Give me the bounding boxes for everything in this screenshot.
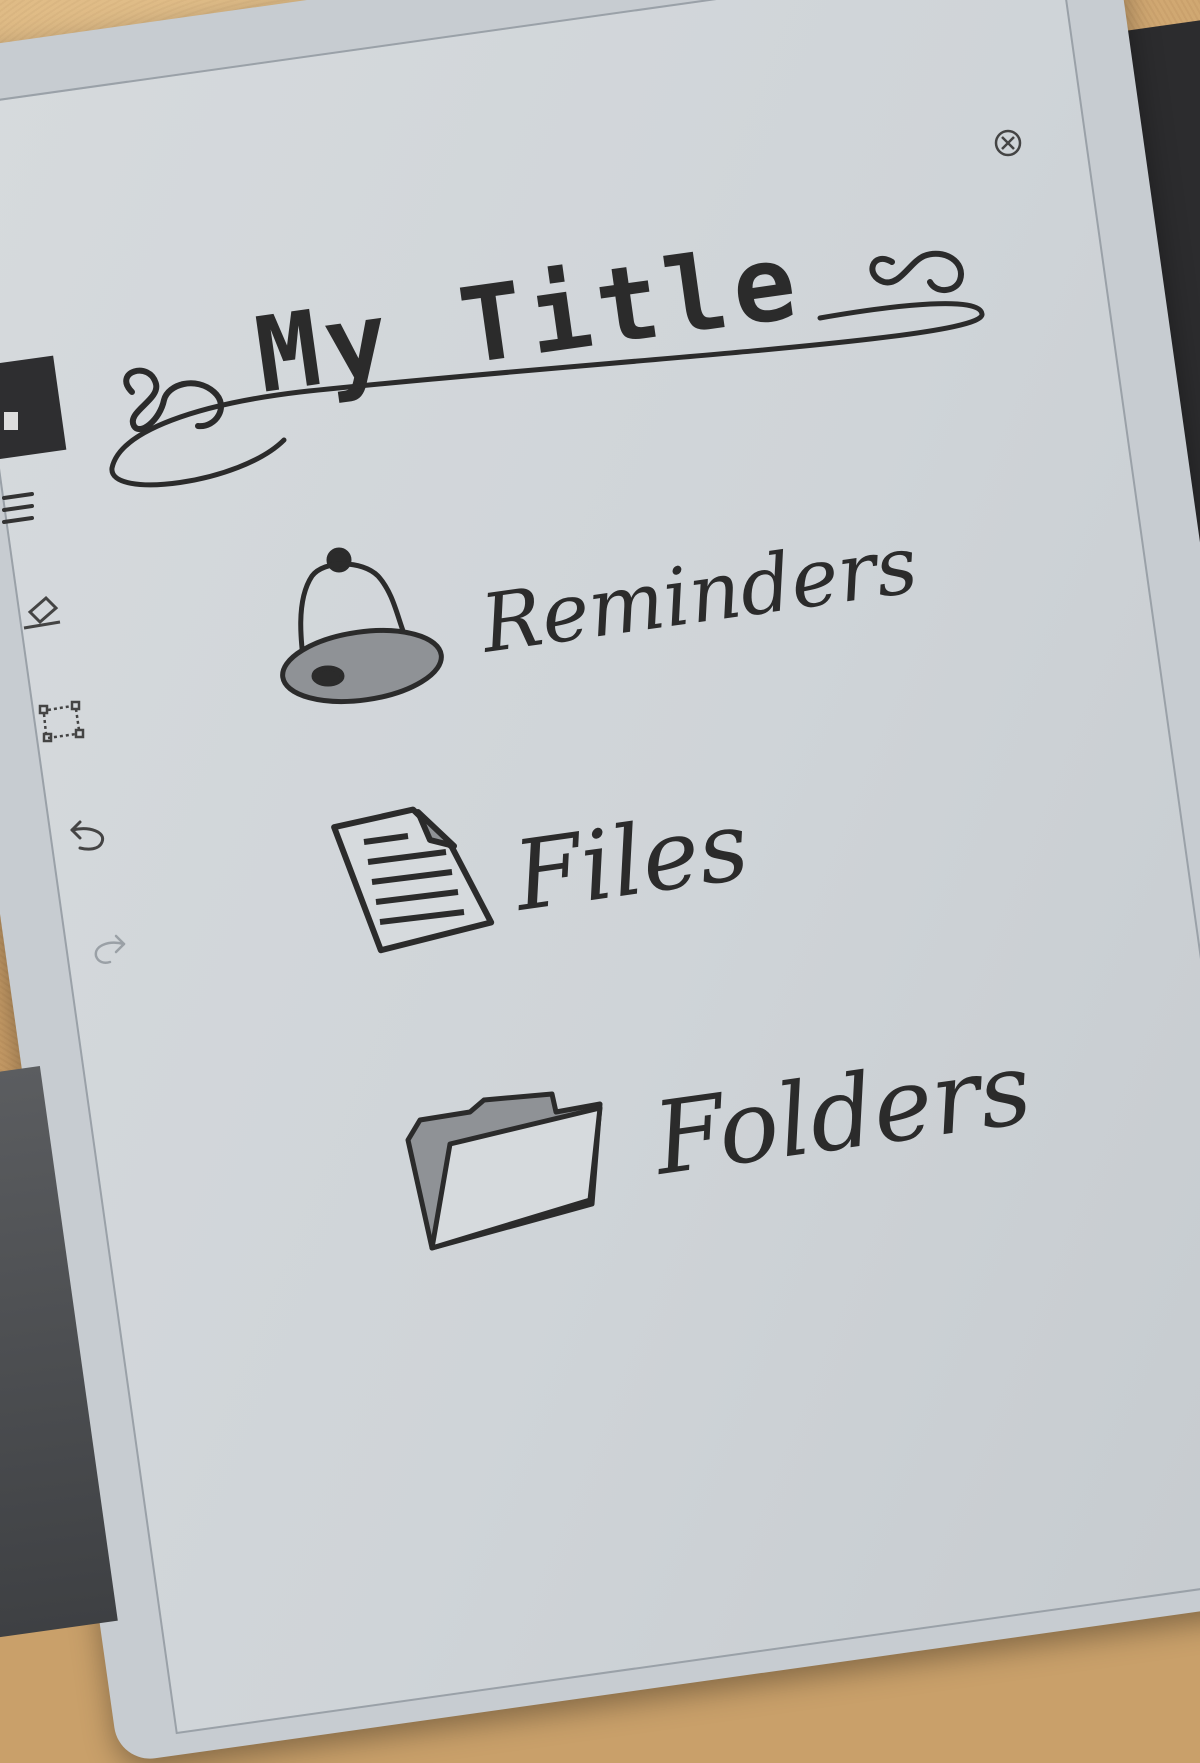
title-swirl-right — [869, 250, 964, 293]
reminders-label[interactable]: Reminders — [474, 518, 923, 671]
undo-icon[interactable] — [70, 820, 105, 851]
toolbar-active-tool[interactable] — [0, 355, 67, 460]
folder-icon — [405, 1091, 603, 1251]
bell-icon — [280, 547, 444, 704]
selection-icon[interactable] — [38, 700, 85, 743]
eraser-icon[interactable] — [23, 595, 61, 630]
files-label[interactable]: Files — [506, 789, 755, 933]
screen-overlay: My Title Reminders Files Folders — [0, 129, 1038, 1251]
menu-icon[interactable] — [2, 492, 34, 524]
folders-label[interactable]: Folders — [645, 1029, 1038, 1198]
close-icon[interactable] — [994, 129, 1022, 157]
redo-icon[interactable] — [94, 934, 126, 964]
document-icon — [331, 806, 495, 954]
